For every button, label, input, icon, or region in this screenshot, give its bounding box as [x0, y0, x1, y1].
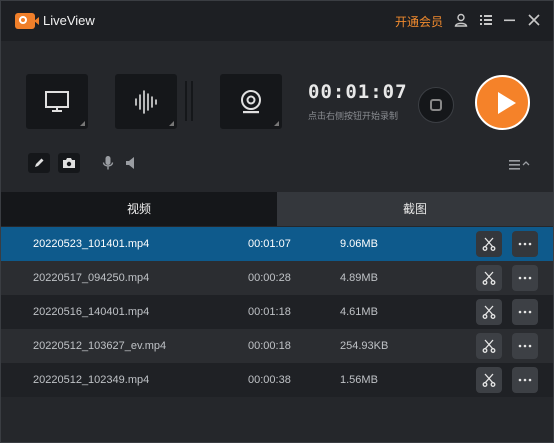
dropdown-corner-icon	[80, 121, 85, 126]
more-options-button[interactable]	[512, 333, 538, 359]
monitor-icon	[45, 90, 69, 112]
ellipsis-icon	[518, 344, 532, 348]
ellipsis-icon	[518, 242, 532, 246]
ellipsis-icon	[518, 310, 532, 314]
record-hint: 点击右侧按钮开始录制	[308, 111, 399, 121]
title-bar: LiveView 开通会员	[1, 1, 553, 41]
close-icon[interactable]	[526, 12, 542, 28]
app-window: LiveView 开通会员 00:01:07 点击右侧按钮开始录制 视频 截图 …	[0, 0, 554, 443]
pencil-icon	[35, 158, 44, 167]
webcam-icon	[241, 89, 261, 113]
app-logo-icon	[15, 13, 39, 29]
speaker-icon[interactable]	[123, 154, 139, 172]
menu-chevron-up-icon	[509, 160, 530, 170]
file-name: 20220512_102349.mp4	[33, 374, 150, 386]
more-options-button[interactable]	[512, 299, 538, 325]
file-duration: 00:00:28	[248, 272, 291, 284]
scissors-icon	[482, 339, 496, 353]
file-size: 4.89MB	[340, 272, 378, 284]
minimize-icon[interactable]	[502, 12, 518, 28]
camera-icon	[63, 158, 75, 168]
more-options-button[interactable]	[512, 231, 538, 257]
file-duration: 00:01:18	[248, 306, 291, 318]
trim-button[interactable]	[476, 299, 502, 325]
dropdown-corner-icon	[274, 121, 279, 126]
file-row[interactable]: 20220512_103627_ev.mp4 00:00:18 254.93KB	[1, 329, 553, 363]
trim-button[interactable]	[476, 367, 502, 393]
more-options-button[interactable]	[512, 367, 538, 393]
tab-video[interactable]: 视频	[1, 192, 277, 226]
file-name: 20220512_103627_ev.mp4	[33, 340, 167, 352]
file-size: 254.93KB	[340, 340, 389, 352]
list-menu-icon[interactable]	[478, 12, 494, 28]
file-row[interactable]: 20220523_101401.mp4 00:01:07 9.06MB	[1, 227, 553, 261]
record-button[interactable]	[475, 75, 530, 130]
file-row[interactable]: 20220512_102349.mp4 00:00:38 1.56MB	[1, 363, 553, 397]
ellipsis-icon	[518, 276, 532, 280]
screenshot-button[interactable]	[58, 153, 80, 173]
file-duration: 00:00:38	[248, 374, 291, 386]
divider	[191, 81, 193, 121]
ellipsis-icon	[518, 378, 532, 382]
screen-source-button[interactable]	[26, 74, 88, 129]
trim-button[interactable]	[476, 265, 502, 291]
scissors-icon	[482, 237, 496, 251]
file-name: 20220516_140401.mp4	[33, 306, 150, 318]
vip-link[interactable]: 开通会员	[395, 13, 443, 30]
scissors-icon	[482, 271, 496, 285]
microphone-icon[interactable]	[100, 154, 116, 172]
app-title: LiveView	[43, 13, 95, 28]
sound-wave-icon	[135, 89, 157, 114]
user-icon[interactable]	[453, 12, 469, 28]
stop-button[interactable]	[418, 87, 454, 123]
file-row[interactable]: 20220516_140401.mp4 00:01:18 4.61MB	[1, 295, 553, 329]
file-size: 4.61MB	[340, 306, 378, 318]
more-options-button[interactable]	[512, 265, 538, 291]
annotate-button[interactable]	[28, 153, 50, 173]
file-size: 1.56MB	[340, 374, 378, 386]
file-name: 20220523_101401.mp4	[33, 238, 150, 250]
media-tabs: 视频 截图	[1, 192, 553, 226]
play-icon	[498, 92, 516, 114]
file-name: 20220517_094250.mp4	[33, 272, 150, 284]
divider	[185, 81, 187, 121]
webcam-source-button[interactable]	[220, 74, 282, 129]
trim-button[interactable]	[476, 231, 502, 257]
scissors-icon	[482, 373, 496, 387]
stop-icon	[430, 99, 442, 111]
collapse-menu-button[interactable]	[508, 158, 532, 172]
dropdown-corner-icon	[169, 121, 174, 126]
audio-source-button[interactable]	[115, 74, 177, 129]
scissors-icon	[482, 305, 496, 319]
tab-screenshot[interactable]: 截图	[277, 192, 553, 226]
file-row[interactable]: 20220517_094250.mp4 00:00:28 4.89MB	[1, 261, 553, 295]
file-duration: 00:01:07	[248, 238, 291, 250]
recording-timer: 00:01:07	[308, 81, 408, 103]
file-size: 9.06MB	[340, 238, 378, 250]
file-duration: 00:00:18	[248, 340, 291, 352]
trim-button[interactable]	[476, 333, 502, 359]
